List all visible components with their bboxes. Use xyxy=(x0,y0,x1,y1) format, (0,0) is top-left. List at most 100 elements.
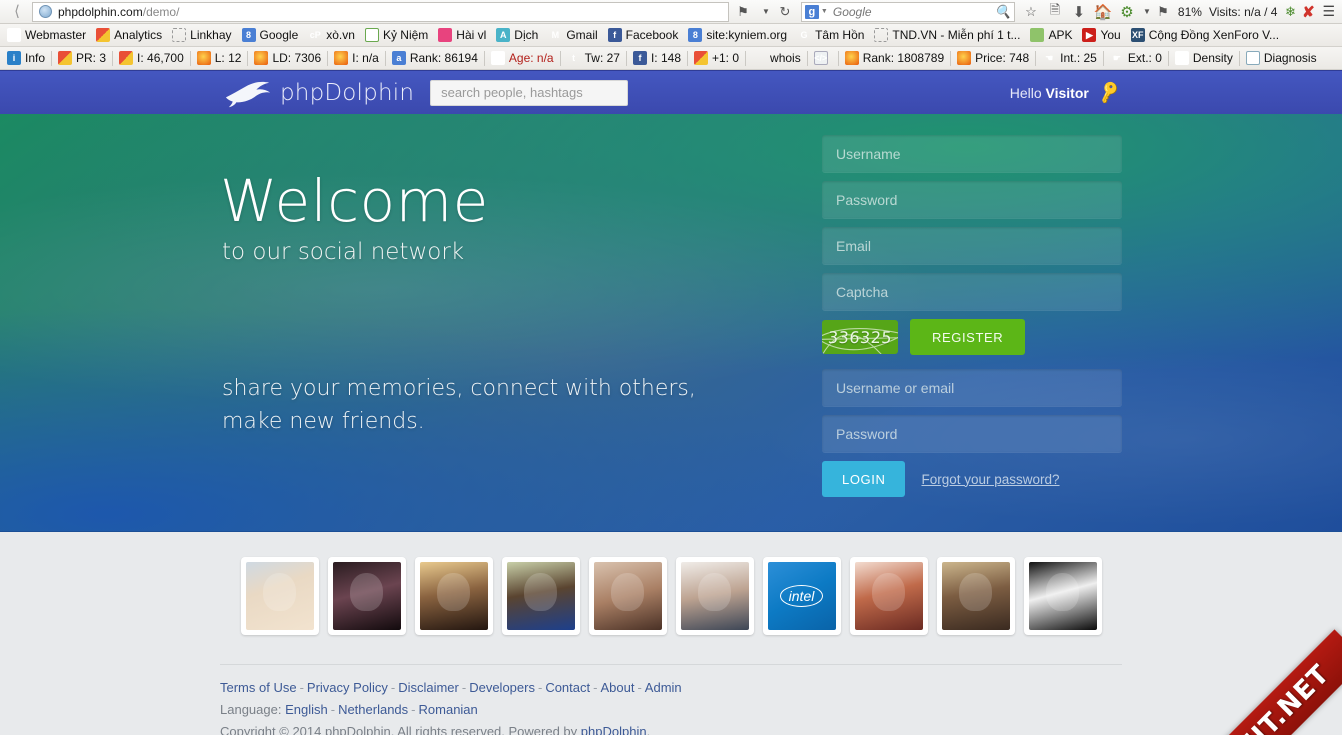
avatar[interactable] xyxy=(414,557,493,635)
bookmark-label: xò.vn xyxy=(326,28,355,42)
bookmark-item[interactable]: I: n/a xyxy=(329,49,384,68)
avatar[interactable] xyxy=(327,557,406,635)
footer-link[interactable]: Terms of Use xyxy=(220,680,297,695)
avatar[interactable] xyxy=(501,557,580,635)
address-bar[interactable]: phpdolphin.com /demo/ xyxy=(32,1,729,22)
bookmark-item[interactable]: Linkhay xyxy=(167,26,236,45)
footer-link[interactable]: About xyxy=(600,680,634,695)
bookmark-item[interactable]: ☚ Int.: 25 xyxy=(1037,49,1102,68)
captcha-row: 336325 REGISTER xyxy=(822,319,1122,355)
bookmark-item[interactable]: L: 12 xyxy=(192,49,247,68)
bookmark-item[interactable]: ∿ Diagnosis xyxy=(1241,49,1322,68)
avatar[interactable] xyxy=(240,557,319,635)
footer-link[interactable]: Disclaimer xyxy=(398,680,459,695)
captcha-image[interactable]: 336325 xyxy=(822,320,898,354)
avatar[interactable] xyxy=(849,557,928,635)
flag-icon[interactable]: ⚑ xyxy=(731,1,755,23)
bookmark-item[interactable]: Rank: 1808789 xyxy=(840,49,949,68)
language-link[interactable]: English xyxy=(285,702,328,717)
forgot-password-link[interactable]: Forgot your password? xyxy=(921,472,1059,487)
magnifier-icon[interactable]: 🔍 xyxy=(995,4,1011,20)
key-icon[interactable]: 🔑 xyxy=(1096,79,1123,105)
bookmark-item[interactable]: Webmaster xyxy=(2,26,91,45)
footer-link[interactable]: Developers xyxy=(469,680,535,695)
bookmark-item[interactable]: a Rank: 86194 xyxy=(387,49,483,68)
bookmark-item[interactable]: i Info xyxy=(2,49,50,68)
bookmark-item[interactable]: t Tw: 27 xyxy=(562,49,625,68)
bookmark-item[interactable]: Price: 748 xyxy=(952,49,1034,68)
bookmark-item[interactable]: f Facebook xyxy=(603,26,684,45)
toolbar-separator xyxy=(559,50,561,66)
copyright-link[interactable]: phpDolphin xyxy=(581,724,647,735)
bookmark-item[interactable]: ▥ Density xyxy=(1170,49,1238,68)
chevron-down-icon[interactable]: ▼ xyxy=(1139,1,1155,23)
bookmark-item[interactable]: f I: 148 xyxy=(628,49,686,68)
site-header: phpDolphin search people, hashtags Hello… xyxy=(0,70,1342,114)
bookmark-item[interactable]: PR: 3 xyxy=(53,49,111,68)
toolbar-separator xyxy=(745,50,747,66)
avatar[interactable] xyxy=(1023,557,1102,635)
register-button[interactable]: REGISTER xyxy=(910,319,1026,355)
reader-list-icon[interactable]: 🗎 xyxy=(1043,1,1067,23)
bookmark-item[interactable]: 8 site:kyniem.org xyxy=(683,26,792,45)
bookmark-item[interactable]: G Tâm Hồn xyxy=(792,26,869,45)
register-email-input[interactable]: Email xyxy=(822,227,1122,264)
avatar[interactable] xyxy=(588,557,667,635)
bookmark-item[interactable]: TND.VN - Miễn phí 1 t... xyxy=(869,26,1025,45)
bookmark-item[interactable]: N Kỷ Niệm xyxy=(360,26,433,45)
footer-link[interactable]: Privacy Policy xyxy=(307,680,388,695)
bookmark-item[interactable]: Analytics xyxy=(91,26,167,45)
footer-separator: - xyxy=(390,680,396,695)
hamburger-menu-icon[interactable]: ☰ xyxy=(1317,3,1340,20)
footer-link[interactable]: Contact xyxy=(545,680,590,695)
back-arrow-icon[interactable]: ⟨ xyxy=(6,2,28,22)
site-search-input[interactable]: search people, hashtags xyxy=(430,79,629,106)
download-arrow-icon[interactable]: ⬇ xyxy=(1067,1,1091,23)
login-identifier-input[interactable]: Username or email xyxy=(822,369,1122,406)
avatar[interactable]: intel xyxy=(762,557,841,635)
bookmark-item[interactable]: ☛ Ext.: 0 xyxy=(1105,49,1167,68)
close-x-icon[interactable]: ✘ xyxy=(1299,1,1317,23)
bookmark-item[interactable]: whois xyxy=(747,49,806,68)
bookmark-item[interactable]: cP xò.vn xyxy=(303,26,360,45)
bookmark-item[interactable]: A Dịch xyxy=(491,26,543,45)
gear-addon-icon[interactable]: ⚙ xyxy=(1115,1,1139,23)
bookmark-item[interactable]: ▶ You xyxy=(1077,26,1125,45)
register-captcha-input[interactable]: Captcha xyxy=(822,273,1122,310)
chevron-down-icon[interactable]: ▼ xyxy=(821,8,828,15)
bookmark-label: Gmail xyxy=(566,28,598,42)
bookmark-star-icon[interactable]: ☆ xyxy=(1019,1,1043,23)
haivl-icon xyxy=(438,28,453,42)
bookmark-item[interactable]: I: 46,700 xyxy=(114,49,189,68)
toolbar-separator xyxy=(687,50,688,66)
avatar-6-image xyxy=(680,562,749,630)
bookmark-item[interactable]: ||| Age: n/a xyxy=(486,49,559,68)
home-icon[interactable]: 🏠 xyxy=(1091,1,1115,23)
bookmark-item[interactable]: 8 Google xyxy=(237,26,304,45)
login-password-input[interactable]: Password xyxy=(822,415,1122,452)
bookmark-item[interactable]: APK xyxy=(1025,26,1077,45)
language-link[interactable]: Netherlands xyxy=(338,702,408,717)
language-link[interactable]: Romanian xyxy=(419,702,478,717)
avatar[interactable] xyxy=(936,557,1015,635)
bookmark-label: I: 148 xyxy=(650,51,681,65)
bookmark-item[interactable]: +1: 0 xyxy=(689,49,744,68)
auth-forms: Username Password Email Captcha 336325 R… xyxy=(822,135,1122,497)
register-password-input[interactable]: Password xyxy=(822,181,1122,218)
avatar[interactable] xyxy=(675,557,754,635)
bookmark-item[interactable]: M Gmail xyxy=(543,26,602,45)
bookmark-item[interactable]: XF Cộng Đồng XenForo V... xyxy=(1126,26,1284,45)
brand[interactable]: phpDolphin xyxy=(222,77,414,109)
facebook-icon: f xyxy=(607,28,622,42)
chevron-down-icon[interactable]: ▼ xyxy=(759,1,773,23)
avatar-7-image: intel xyxy=(767,562,836,630)
register-username-input[interactable]: Username xyxy=(822,135,1122,172)
reload-icon[interactable]: ↻ xyxy=(773,1,797,23)
browser-search-input[interactable]: g ▼ Google 🔍 xyxy=(800,1,1015,22)
bookmark-item[interactable]: Hài vl xyxy=(433,26,491,45)
bookmark-item[interactable]: </> xyxy=(809,49,837,68)
footer-link[interactable]: Admin xyxy=(645,680,682,695)
bookmark-item[interactable]: LD: 7306 xyxy=(249,49,326,68)
leaf-icon[interactable]: ❄ xyxy=(1281,1,1299,23)
login-button[interactable]: LOGIN xyxy=(822,461,906,497)
